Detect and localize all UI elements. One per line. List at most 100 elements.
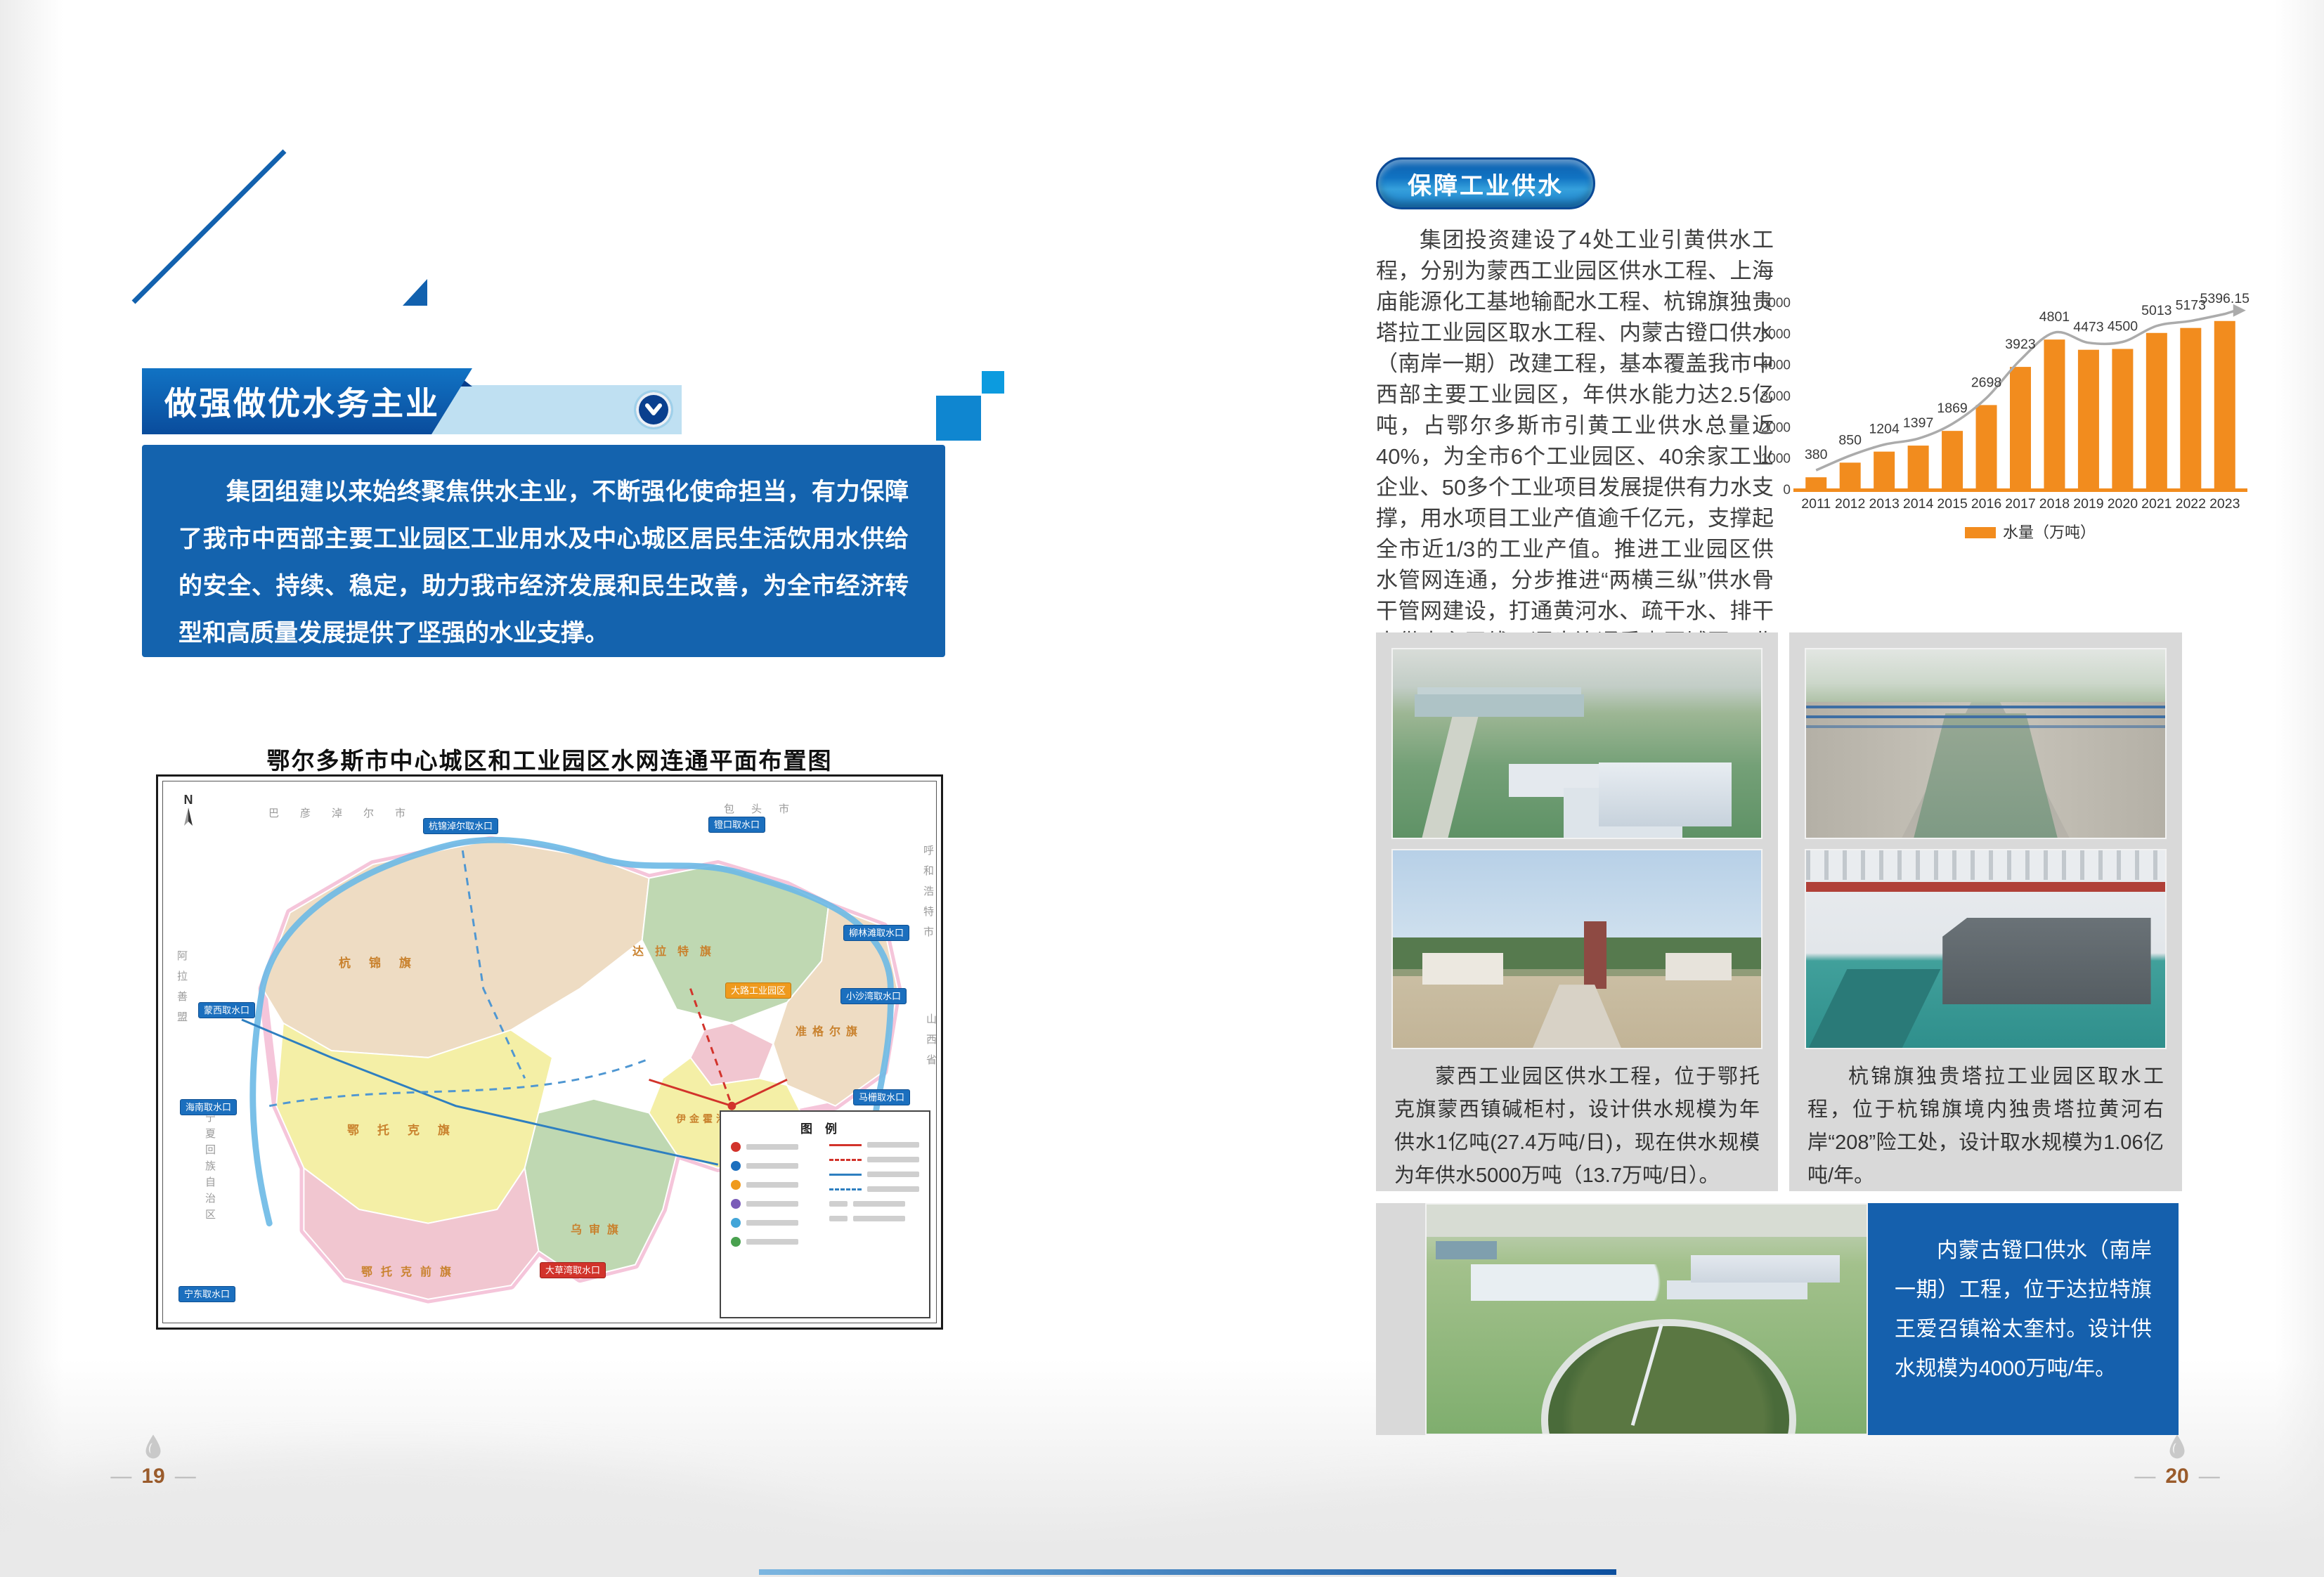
photo-detail <box>1666 953 1732 980</box>
left-edge-shadow <box>0 0 63 1577</box>
chart-bar <box>2078 350 2099 489</box>
chart-xtick: 2023 <box>2209 496 2240 512</box>
map-neighbor-label: 包头市 <box>724 801 806 816</box>
map-neighbor-label: 宁夏回族自治区 <box>202 1112 217 1225</box>
report-spread: 做强做优水务主业 集团组建以来始终聚焦供水主业，不断强化使命担当，有力保障了我市… <box>0 0 2324 1577</box>
water-network-map: N 杭锦旗 达拉特旗 准格尔旗 鄂托克旗 伊金霍洛旗 乌审旗 鄂托克前旗 巴彦淖… <box>156 774 943 1330</box>
chart-xtick: 2017 <box>2005 496 2035 512</box>
bottom-accent-line <box>759 1569 1616 1575</box>
chart-bar <box>2112 349 2133 490</box>
page-number: 19 <box>141 1465 164 1488</box>
photo-detail <box>1599 762 1732 826</box>
chart-xtick: 2016 <box>1971 496 2001 512</box>
section-badge-label: 保障工业供水 <box>1408 167 1564 201</box>
map-industrial-park-label: 大路工业园区 <box>725 982 791 999</box>
photo-detail <box>1808 969 1940 1048</box>
map-inner-frame: N 杭锦旗 达拉特旗 准格尔旗 鄂托克旗 伊金霍洛旗 乌审旗 鄂托克前旗 巴彦淖… <box>162 781 937 1323</box>
map-intake-label: 海南取水口 <box>180 1099 237 1115</box>
photo-detail <box>1427 1205 1867 1237</box>
decorative-square-small <box>982 371 1004 394</box>
chart-data-label: 4500 <box>2108 319 2138 335</box>
chart-legend-label: 水量（万吨） <box>2003 524 2096 541</box>
map-region-label: 准格尔旗 <box>796 1022 863 1039</box>
page-number-dash: — <box>2134 1465 2155 1488</box>
section-title: 做强做优水务主业 <box>142 378 440 424</box>
section-badge: 保障工业供水 <box>1376 157 1595 209</box>
page-number-dash: — <box>175 1465 196 1488</box>
chart-bar <box>1908 446 1929 489</box>
chart-data-label: 2698 <box>1971 375 2001 390</box>
photo-mengxi-gate <box>1391 849 1763 1049</box>
decorative-square-large <box>936 396 981 441</box>
chart-data-label: 1397 <box>1903 415 1933 431</box>
photo-hangjin-canal <box>1805 648 2167 839</box>
map-intake-label: 马栅取水口 <box>853 1089 910 1105</box>
chart-ytick: 2000 <box>1761 420 1791 435</box>
photo-detail <box>1541 1319 1796 1435</box>
chart-ytick: 5000 <box>1761 327 1791 342</box>
water-drop-icon <box>2167 1434 2187 1460</box>
photo-detail <box>1422 717 1477 838</box>
map-neighbor-label: 巴彦淖尔市 <box>268 805 427 820</box>
chart-xtick: 2021 <box>2141 496 2172 512</box>
photo-detail <box>1806 850 2165 880</box>
page-number-dash: — <box>2199 1465 2220 1488</box>
chart-data-label: 1869 <box>1937 401 1967 416</box>
chart-bar <box>2044 339 2065 489</box>
chart-bar <box>2010 367 2031 489</box>
map-intake-label: 柳林滩取水口 <box>843 925 909 941</box>
water-volume-chart: 0100020003000400050006000201120122013201… <box>1755 278 2264 555</box>
photo-mengxi-aerial <box>1391 648 1763 839</box>
intro-paragraph: 集团组建以来始终聚焦供水主业，不断强化使命担当，有力保障了我市中西部主要工业园区… <box>178 469 909 657</box>
page-footer: — 20 — <box>2121 1434 2233 1488</box>
chart-data-label: 5396.15 <box>2200 291 2250 306</box>
map-legend-rows <box>731 1142 919 1247</box>
map-neighbor-label: 山西省 <box>923 1013 938 1075</box>
diagonal-line-decoration <box>105 112 457 323</box>
chart-data-label: 3923 <box>2005 337 2035 352</box>
map-region-label: 杭锦旗 <box>339 953 429 971</box>
chart-bar <box>1840 462 1861 489</box>
map-intake-label: 小沙湾取水口 <box>840 988 907 1004</box>
photo-dengkou-plant <box>1425 1203 1868 1435</box>
north-arrow: N <box>183 793 194 832</box>
map-intake-label-red: 大草湾取水口 <box>540 1262 606 1278</box>
map-region-label: 达拉特旗 <box>632 942 722 959</box>
chart-xtick: 2020 <box>2108 496 2138 512</box>
map-intake-label: 宁东取水口 <box>178 1286 235 1302</box>
right-edge-shadow <box>2275 0 2324 1577</box>
map-region-label: 鄂托克旗 <box>347 1120 468 1138</box>
photo-detail <box>1691 1255 1841 1283</box>
chart-ytick: 1000 <box>1761 452 1791 467</box>
chart-bar <box>2146 333 2167 489</box>
map-region-label: 乌审旗 <box>571 1220 625 1237</box>
caption-dengkou: 内蒙古镫口供水（南岸一期）工程，位于达拉特旗王爱召镇裕太奎村。设计供水规模为40… <box>1895 1231 2152 1389</box>
project-card-hangjin: 杭锦旗独贵塔拉工业园区取水工程，位于杭锦旗境内独贵塔拉黄河右岸“208”险工处，… <box>1789 632 2182 1191</box>
chart-data-label: 4473 <box>2073 320 2103 335</box>
map-region-label: 鄂托克前旗 <box>361 1262 460 1279</box>
chart-xtick: 2013 <box>1869 496 1899 512</box>
feature-gray-strip <box>1376 1203 1425 1435</box>
chart-xtick: 2015 <box>1937 496 1968 512</box>
chart-xtick: 2014 <box>1903 496 1934 512</box>
photo-detail <box>1942 918 2150 1005</box>
map-intake-label: 镫口取水口 <box>708 817 765 833</box>
caption-mengxi: 蒙西工业园区供水工程，位于鄂托克旗蒙西镇碱柜村，设计供水规模为年供水1亿吨(27… <box>1391 1060 1763 1193</box>
chart-data-label: 5013 <box>2141 303 2172 318</box>
page-number: 20 <box>2165 1465 2188 1488</box>
intro-highlight-box: 集团组建以来始终聚焦供水主业，不断强化使命担当，有力保障了我市中西部主要工业园区… <box>142 445 945 657</box>
photo-detail <box>1806 882 2165 892</box>
page-number-dash: — <box>110 1465 131 1488</box>
body-paragraph: 集团投资建设了4处工业引黄供水工程，分别为蒙西工业园区供水工程、上海庙能源化工基… <box>1376 225 1774 689</box>
chart-xtick: 2012 <box>1835 496 1865 512</box>
map-intake-label: 杭锦淖尔取水口 <box>423 818 498 834</box>
chart-data-label: 1204 <box>1869 422 1900 437</box>
chart-bar <box>2214 321 2235 489</box>
chart-bar <box>2180 328 2201 489</box>
caption-hangjin: 杭锦旗独贵塔拉工业园区取水工程，位于杭锦旗境内独贵塔拉黄河右岸“208”险工处，… <box>1805 1060 2167 1193</box>
page-footer: — 19 — <box>97 1434 209 1488</box>
chart-bar <box>1874 452 1895 489</box>
photo-detail <box>1533 985 1621 1048</box>
chart-xtick: 2019 <box>2073 496 2103 512</box>
north-label: N <box>183 793 194 807</box>
